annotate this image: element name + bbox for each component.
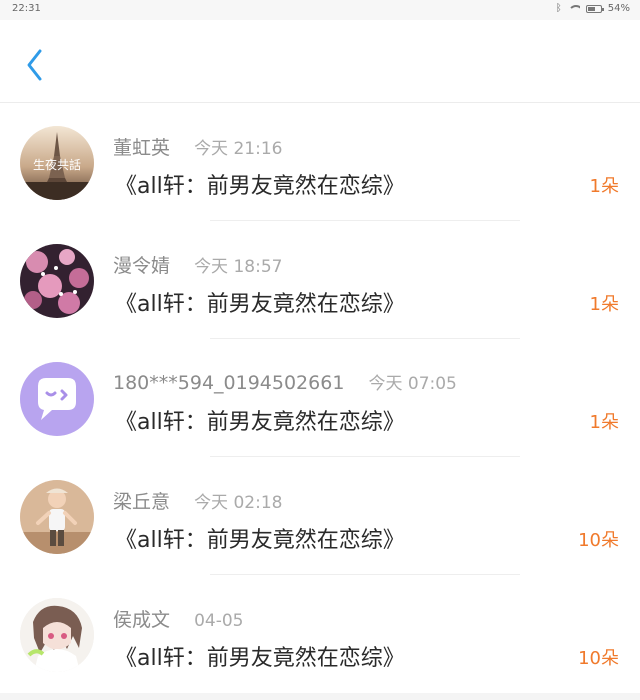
user-name: 侯成文 <box>113 609 171 631</box>
avatar-text: 生夜共話 <box>33 157 81 172</box>
gift-record-list: 生夜共話 董虹英 今天 21:16 《all轩：前男友竟然在恋综》 1朵 漫令婧… <box>0 103 640 693</box>
avatar: 生夜共話 <box>20 126 94 200</box>
user-name: 董虹英 <box>113 137 171 159</box>
story-title: 《all轩：前男友竟然在恋综》 <box>115 410 405 435</box>
user-name: 漫令婧 <box>113 255 171 277</box>
story-title: 《all轩：前男友竟然在恋综》 <box>115 528 405 553</box>
list-item[interactable]: 180***594_0194502661 今天 07:05 《all轩：前男友竟… <box>0 339 640 457</box>
timestamp: 今天 02:18 <box>194 493 283 513</box>
timestamp: 今天 07:05 <box>368 374 457 394</box>
user-line: 漫令婧 今天 18:57 <box>113 251 282 278</box>
story-title: 《all轩：前男友竟然在恋综》 <box>115 174 405 199</box>
user-line: 侯成文 04-05 <box>113 605 243 632</box>
user-line: 梁丘意 今天 02:18 <box>113 487 282 514</box>
user-line: 董虹英 今天 21:16 <box>113 133 282 160</box>
avatar <box>20 480 94 554</box>
flower-count: 1朵 <box>589 294 619 315</box>
story-title: 《all轩：前男友竟然在恋综》 <box>115 292 405 317</box>
list-item[interactable]: 生夜共話 董虹英 今天 21:16 《all轩：前男友竟然在恋综》 1朵 <box>0 103 640 221</box>
user-line: 180***594_0194502661 今天 07:05 <box>113 369 457 394</box>
avatar <box>20 598 94 672</box>
flower-count: 1朵 <box>589 412 619 433</box>
flower-count: 10朵 <box>578 530 619 551</box>
avatar <box>20 362 94 436</box>
top-bar <box>0 20 640 103</box>
battery-icon <box>585 4 604 13</box>
status-time: 22:31 <box>12 3 41 14</box>
user-name: 180***594_0194502661 <box>113 372 345 394</box>
battery-percent: 54% <box>607 3 630 14</box>
status-icons: ᛒ 54% <box>556 3 630 14</box>
bluetooth-icon: ᛒ <box>555 2 562 14</box>
chevron-left-icon <box>27 49 42 81</box>
avatar <box>20 244 94 318</box>
list-item[interactable]: 侯成文 04-05 《all轩：前男友竟然在恋综》 10朵 <box>0 575 640 693</box>
status-bar: 22:31 ᛒ 54% <box>0 0 640 20</box>
timestamp: 今天 18:57 <box>194 257 283 277</box>
wifi-icon <box>567 4 580 14</box>
flower-count: 10朵 <box>578 648 619 669</box>
story-title: 《all轩：前男友竟然在恋综》 <box>115 646 405 671</box>
timestamp: 今天 21:16 <box>194 139 283 159</box>
flower-count: 1朵 <box>589 176 619 197</box>
timestamp: 04-05 <box>194 611 244 631</box>
user-name: 梁丘意 <box>113 491 171 513</box>
list-item[interactable]: 梁丘意 今天 02:18 《all轩：前男友竟然在恋综》 10朵 <box>0 457 640 575</box>
back-button[interactable] <box>22 48 48 82</box>
list-item[interactable]: 漫令婧 今天 18:57 《all轩：前男友竟然在恋综》 1朵 <box>0 221 640 339</box>
